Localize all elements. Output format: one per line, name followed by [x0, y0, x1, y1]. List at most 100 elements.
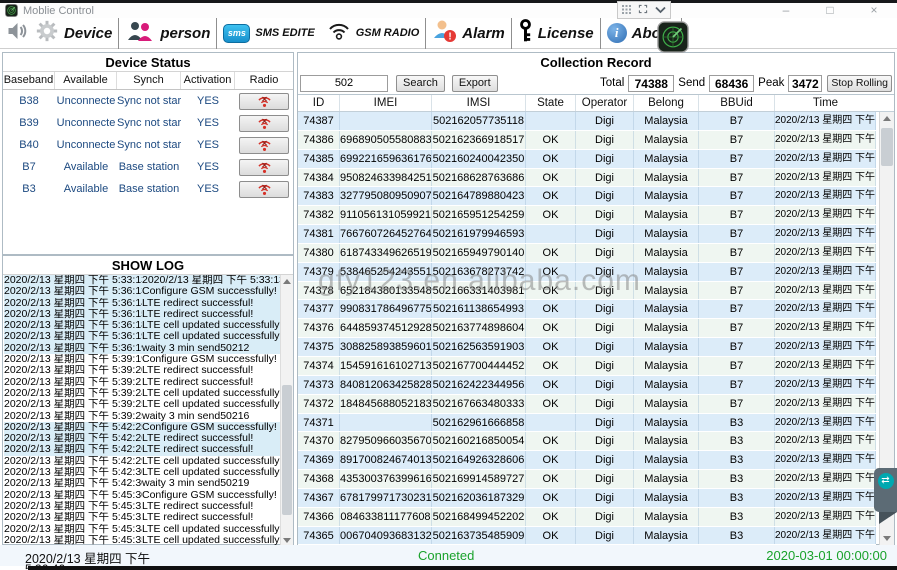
log-entry: 2020/2/13 星期四 下午 5:45:31 LTE redirect su…: [4, 512, 280, 523]
radio-toggle-button[interactable]: [239, 115, 289, 132]
log-list[interactable]: 2020/2/13 星期四 下午 5:33:13 2020/2/13 星期四 下…: [4, 275, 280, 547]
cell-belong: Malaysia: [634, 395, 699, 413]
cell-imei: 327795080950907: [340, 187, 432, 205]
teamviewer-tab-fold: [879, 512, 897, 524]
log-scroll-thumb[interactable]: [282, 385, 292, 515]
table-row[interactable]: 74370 827950966035670 502160216850054 OK…: [298, 432, 876, 451]
scroll-down-icon[interactable]: [283, 538, 291, 543]
table-row[interactable]: 74365 006704093683132 502163735485909 OK…: [298, 527, 876, 545]
table-row[interactable]: 74371 502162961666858 Digi Malaysia B3 2…: [298, 414, 876, 433]
export-button[interactable]: Export: [452, 75, 498, 92]
table-row[interactable]: 74379 538465254243551 502163678273742 OK…: [298, 263, 876, 282]
table-row[interactable]: 74380 618743349626519 502165949790140 OK…: [298, 244, 876, 263]
chevron-down-icon[interactable]: [655, 1, 666, 19]
table-row[interactable]: 74368 435300376399616 502169914589727 OK…: [298, 470, 876, 489]
radar-app-icon[interactable]: [657, 21, 689, 58]
cell-imsi: 502164926328606: [432, 451, 526, 469]
table-row[interactable]: 74373 840812063425828 502162422344956 OK…: [298, 376, 876, 395]
cell-belong: Malaysia: [634, 169, 699, 187]
sms-icon: sms: [223, 24, 250, 43]
table-row[interactable]: 74369 891700824674013 502164926328606 OK…: [298, 451, 876, 470]
table-row[interactable]: 74385 699221659636176 502160240042350 OK…: [298, 150, 876, 169]
radio-toggle-button[interactable]: [239, 159, 289, 176]
cell-operator: Digi: [576, 206, 634, 224]
toolbar-person-button[interactable]: person: [119, 18, 217, 49]
toolbar-license-button[interactable]: License: [512, 18, 601, 49]
teamviewer-tab[interactable]: ⇄: [874, 468, 897, 512]
table-row[interactable]: 74384 950824633984251 502168628763686 OK…: [298, 169, 876, 188]
cell-operator: Digi: [576, 489, 634, 507]
table-row[interactable]: 74366 084633811177608 502168499452202 OK…: [298, 508, 876, 527]
cell-imei: 084633811177608: [340, 508, 432, 526]
table-row[interactable]: 74382 911056131059921 502165951254259 OK…: [298, 206, 876, 225]
scroll-up-icon[interactable]: [883, 116, 891, 121]
cell-bbuid: B7: [699, 395, 775, 413]
stop-rolling-button[interactable]: Stop Rolling: [827, 75, 892, 92]
baseband-value: B40: [3, 139, 55, 151]
radio-toggle-button[interactable]: [239, 181, 289, 198]
cell-imei: 950824633984251: [340, 169, 432, 187]
cell-belong: Malaysia: [634, 131, 699, 149]
scroll-down-icon[interactable]: [883, 536, 891, 541]
cell-imsi: 502163735485909: [432, 527, 526, 545]
table-row[interactable]: 74377 990831786496775 502161138654993 OK…: [298, 300, 876, 319]
log-scrollbar[interactable]: [280, 275, 293, 547]
viewer-toolbar: [617, 1, 671, 19]
log-time: 2020/2/13 星期四 下午 5:36:15: [4, 309, 142, 320]
table-row[interactable]: 74378 652184380133548 502166331403981 OK…: [298, 282, 876, 301]
toolbar-device-label: Device: [64, 25, 112, 42]
toolbar-speaker[interactable]: [0, 18, 29, 49]
cell-operator: Digi: [576, 112, 634, 130]
toolbar-alarm-button[interactable]: ! Alarm: [426, 18, 512, 49]
search-button[interactable]: Search: [396, 75, 445, 92]
log-message: LTE cell updated successfully!: [142, 388, 280, 399]
cell-time: 2020/2/13 星期四 下午: [775, 414, 876, 432]
table-row[interactable]: 74386 696890505580883 502162366918517 OK…: [298, 131, 876, 150]
toolbar-device-button[interactable]: Device: [29, 18, 119, 49]
cell-state: OK: [526, 432, 576, 450]
connection-status: Conneted: [418, 548, 474, 563]
table-row[interactable]: 74383 327795080950907 502164789880423 OK…: [298, 187, 876, 206]
toolbar-gsm-radio-button[interactable]: GSM RADIO: [321, 18, 427, 49]
radio-toggle-button[interactable]: [239, 93, 289, 110]
search-input[interactable]: [300, 75, 388, 92]
table-row[interactable]: 74372 184845688052183 502167663480333 OK…: [298, 395, 876, 414]
log-entry: 2020/2/13 星期四 下午 5:42:30 waity 3 min sen…: [4, 478, 280, 489]
cell-id: 74382: [298, 206, 340, 224]
cell-operator: Digi: [576, 187, 634, 205]
grid-icon[interactable]: [622, 1, 631, 19]
collection-scroll-thumb[interactable]: [881, 128, 893, 166]
cell-bbuid: B3: [699, 489, 775, 507]
table-row[interactable]: 74367 678179971730231 502162036187329 OK…: [298, 489, 876, 508]
restore-button[interactable]: □: [819, 3, 841, 17]
collection-rows[interactable]: 74387 502162057735118 Digi Malaysia B7 2…: [298, 112, 876, 545]
table-row[interactable]: 74374 154591616102713 502167700444452 OK…: [298, 357, 876, 376]
log-time: 2020/2/13 星期四 下午 5:42:25: [4, 422, 142, 433]
table-row[interactable]: 74387 502162057735118 Digi Malaysia B7 2…: [298, 112, 876, 131]
log-entry: 2020/2/13 星期四 下午 5:39:25 waity 3 min sen…: [4, 411, 280, 422]
wifi-icon: [327, 22, 351, 45]
log-entry: 2020/2/13 星期四 下午 5:42:30 LTE cell update…: [4, 467, 280, 478]
toolbar-sms-edit-button[interactable]: sms SMS EDITE: [217, 18, 320, 49]
scroll-up-icon[interactable]: [283, 279, 291, 284]
table-row[interactable]: 74381 766760726452764 502161979946593 Di…: [298, 225, 876, 244]
cell-id: 74366: [298, 508, 340, 526]
cell-id: 74379: [298, 263, 340, 281]
radio-toggle-button[interactable]: [239, 137, 289, 154]
cell-operator: Digi: [576, 451, 634, 469]
cell-time: 2020/2/13 星期四 下午: [775, 206, 876, 224]
baseband-value: B7: [3, 161, 55, 173]
expand-icon[interactable]: [638, 1, 648, 19]
cell-imsi: 502162036187329: [432, 489, 526, 507]
table-row[interactable]: 74375 308825893859601 502162563591903 OK…: [298, 338, 876, 357]
cell-time: 2020/2/13 星期四 下午: [775, 319, 876, 337]
cell-time: 2020/2/13 星期四 下午: [775, 376, 876, 394]
table-row[interactable]: 74376 644859374512928 502163774898604 OK…: [298, 319, 876, 338]
cell-operator: Digi: [576, 395, 634, 413]
close-button[interactable]: ×: [863, 3, 885, 17]
app-window: Moblie Control – □ × Device person sms S…: [0, 0, 897, 570]
alarm-person-icon: !: [432, 19, 457, 48]
cell-imei: 840812063425828: [340, 376, 432, 394]
col-radio: Radio: [235, 72, 293, 89]
minimize-button[interactable]: –: [775, 3, 797, 17]
